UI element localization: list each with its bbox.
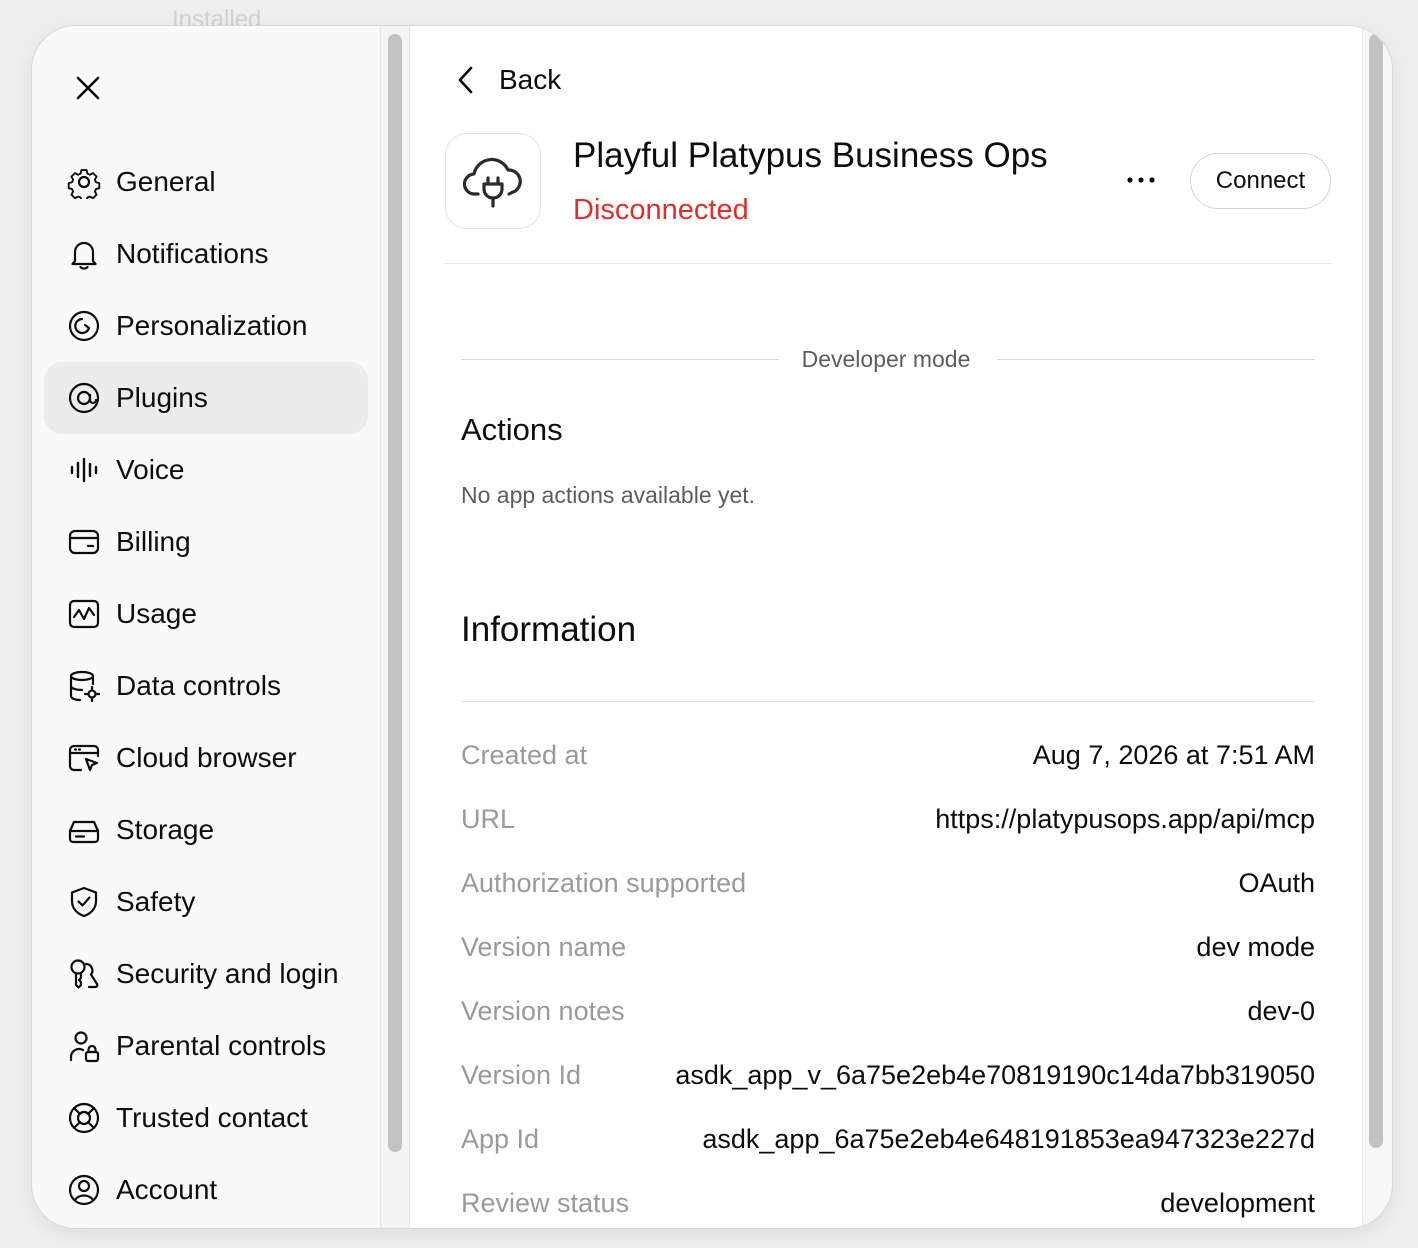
sidebar-item-voice[interactable]: Voice bbox=[44, 434, 368, 506]
sidebar-item-label: Usage bbox=[116, 598, 197, 629]
information-heading: Information bbox=[461, 610, 637, 649]
security-icon bbox=[66, 956, 102, 992]
more-options-button[interactable] bbox=[1121, 160, 1161, 200]
sidebar-item-label: Account bbox=[116, 1174, 218, 1205]
sidebar-item-label: Plugins bbox=[116, 382, 208, 413]
sidebar-item-label: Parental controls bbox=[116, 1030, 327, 1061]
info-value: asdk_app_6a75e2eb4e648191853ea947323e227… bbox=[702, 1123, 1315, 1154]
app-icon bbox=[445, 133, 541, 229]
info-key: Authorization supported bbox=[461, 867, 747, 898]
info-row-version-name: Version name dev mode bbox=[461, 927, 1315, 967]
cloud-plug-icon bbox=[462, 157, 522, 208]
sidebar-item-trusted-contact[interactable]: Trusted contact bbox=[44, 1082, 368, 1154]
info-row-authorization: Authorization supported OAuth bbox=[461, 863, 1315, 903]
close-button[interactable] bbox=[70, 70, 106, 106]
sidebar-item-security-and-login[interactable]: Security and login bbox=[44, 938, 368, 1010]
close-icon bbox=[76, 76, 100, 100]
developer-mode-divider-right bbox=[997, 359, 1315, 360]
bell-icon bbox=[66, 236, 102, 272]
cloud-browser-icon bbox=[66, 740, 102, 776]
storage-drive-icon bbox=[66, 812, 102, 848]
info-row-app-id: App Id asdk_app_6a75e2eb4e648191853ea947… bbox=[461, 1119, 1315, 1159]
sidebar-item-account[interactable]: Account bbox=[44, 1154, 368, 1226]
database-gear-icon bbox=[66, 668, 102, 704]
info-value: https://platypusops.app/api/mcp bbox=[935, 803, 1315, 834]
sidebar-item-label: Security and login bbox=[116, 958, 339, 989]
plugin-detail-panel: Back Playful Platypus Business Ops Disco… bbox=[411, 26, 1362, 1228]
gear-icon bbox=[66, 164, 102, 200]
lifebuoy-icon bbox=[66, 1100, 102, 1136]
sidebar-item-label: Trusted contact bbox=[116, 1102, 308, 1133]
sidebar-item-label: Billing bbox=[116, 526, 191, 557]
sidebar-item-safety[interactable]: Safety bbox=[44, 866, 368, 938]
sidebar-item-parental-controls[interactable]: Parental controls bbox=[44, 1010, 368, 1082]
app-title: Playful Platypus Business Ops bbox=[573, 136, 1048, 175]
sidebar-item-storage[interactable]: Storage bbox=[44, 794, 368, 866]
settings-sidebar: General Notifications Personalization Pl… bbox=[32, 26, 380, 1228]
sidebar-item-label: Safety bbox=[116, 886, 196, 917]
sidebar-item-data-controls[interactable]: Data controls bbox=[44, 650, 368, 722]
info-key: Version Id bbox=[461, 1059, 582, 1090]
settings-nav: General Notifications Personalization Pl… bbox=[44, 146, 368, 1226]
chevron-left-icon bbox=[458, 66, 473, 94]
developer-mode-label: Developer mode bbox=[801, 346, 971, 372]
info-row-version-notes: Version notes dev-0 bbox=[461, 991, 1315, 1031]
sidebar-item-cloud-browser[interactable]: Cloud browser bbox=[44, 722, 368, 794]
sidebar-item-plugins[interactable]: Plugins bbox=[44, 362, 368, 434]
info-value: OAuth bbox=[1238, 867, 1315, 898]
info-key: Created at bbox=[461, 739, 588, 770]
info-value: Aug 7, 2026 at 7:51 AM bbox=[1032, 739, 1315, 770]
sidebar-item-notifications[interactable]: Notifications bbox=[44, 218, 368, 290]
waveform-icon bbox=[66, 452, 102, 488]
parental-controls-icon bbox=[66, 1028, 102, 1064]
account-icon bbox=[66, 1172, 102, 1208]
back-button[interactable]: Back bbox=[455, 60, 561, 100]
sidebar-scrollbar-thumb[interactable] bbox=[388, 34, 402, 1152]
credit-card-icon bbox=[66, 524, 102, 560]
sidebar-item-label: Cloud browser bbox=[116, 742, 297, 773]
header-divider bbox=[445, 263, 1331, 264]
sidebar-item-label: Personalization bbox=[116, 310, 308, 341]
main-scrollbar-thumb[interactable] bbox=[1369, 34, 1383, 1148]
info-key: Review status bbox=[461, 1187, 630, 1218]
sidebar-item-label: Data controls bbox=[116, 670, 281, 701]
info-value: dev-0 bbox=[1247, 995, 1315, 1026]
more-horizontal-icon bbox=[1127, 177, 1155, 183]
usage-chart-icon bbox=[66, 596, 102, 632]
sidebar-item-label: Notifications bbox=[116, 238, 269, 269]
info-row-url: URL https://platypusops.app/api/mcp bbox=[461, 799, 1315, 839]
shield-check-icon bbox=[66, 884, 102, 920]
sidebar-item-general[interactable]: General bbox=[44, 146, 368, 218]
connection-status: Disconnected bbox=[573, 194, 749, 226]
plugins-icon bbox=[66, 380, 102, 416]
connect-button[interactable]: Connect bbox=[1190, 153, 1331, 209]
info-value: development bbox=[1160, 1187, 1315, 1218]
sidebar-item-label: General bbox=[116, 166, 216, 197]
personalization-icon bbox=[66, 308, 102, 344]
sidebar-item-billing[interactable]: Billing bbox=[44, 506, 368, 578]
info-row-version-id: Version Id asdk_app_v_6a75e2eb4e70819190… bbox=[461, 1055, 1315, 1095]
info-key: Version name bbox=[461, 931, 627, 962]
info-row-review-status: Review status development bbox=[461, 1183, 1315, 1223]
actions-heading: Actions bbox=[461, 412, 563, 447]
info-value: asdk_app_v_6a75e2eb4e70819190c14da7bb319… bbox=[675, 1059, 1315, 1090]
info-key: URL bbox=[461, 803, 516, 834]
sidebar-item-label: Storage bbox=[116, 814, 215, 845]
info-row-created-at: Created at Aug 7, 2026 at 7:51 AM bbox=[461, 735, 1315, 775]
developer-mode-divider-left bbox=[461, 359, 779, 360]
actions-empty-text: No app actions available yet. bbox=[461, 482, 756, 508]
settings-dialog: General Notifications Personalization Pl… bbox=[32, 26, 1392, 1228]
back-label: Back bbox=[499, 64, 562, 95]
sidebar-item-label: Voice bbox=[116, 454, 185, 485]
info-key: App Id bbox=[461, 1123, 540, 1154]
info-value: dev mode bbox=[1196, 931, 1315, 962]
sidebar-item-usage[interactable]: Usage bbox=[44, 578, 368, 650]
sidebar-item-personalization[interactable]: Personalization bbox=[44, 290, 368, 362]
info-key: Version notes bbox=[461, 995, 625, 1026]
information-divider bbox=[461, 701, 1315, 702]
